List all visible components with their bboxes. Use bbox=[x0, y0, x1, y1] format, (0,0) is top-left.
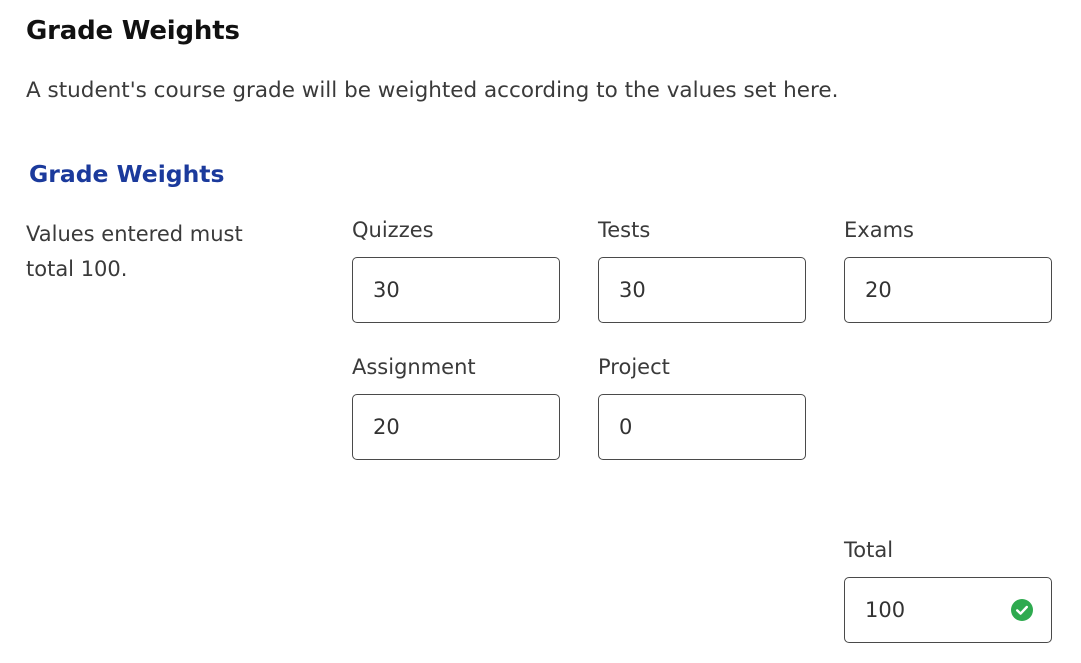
exams-label: Exams bbox=[844, 218, 914, 242]
quizzes-field: Quizzes bbox=[352, 216, 564, 323]
project-box bbox=[598, 394, 806, 460]
project-input[interactable] bbox=[599, 395, 805, 459]
assignment-box bbox=[352, 394, 560, 460]
page-title: Grade Weights bbox=[26, 16, 240, 46]
tests-box bbox=[598, 257, 806, 323]
assignment-label: Assignment bbox=[352, 355, 476, 379]
quizzes-label: Quizzes bbox=[352, 218, 434, 242]
tests-field: Tests bbox=[598, 216, 810, 323]
section-hint: Values entered must total 100. bbox=[26, 222, 243, 281]
page-description: A student's course grade will be weighte… bbox=[26, 78, 839, 103]
exams-field: Exams bbox=[844, 216, 1056, 323]
quizzes-box bbox=[352, 257, 560, 323]
tests-label: Tests bbox=[598, 218, 651, 242]
exams-input[interactable] bbox=[845, 258, 1051, 322]
exams-box bbox=[844, 257, 1052, 323]
section-title: Grade Weights bbox=[29, 160, 225, 188]
total-box bbox=[844, 577, 1052, 643]
quizzes-input[interactable] bbox=[353, 258, 559, 322]
assignment-input[interactable] bbox=[353, 395, 559, 459]
check-circle-icon bbox=[1011, 599, 1033, 621]
tests-input[interactable] bbox=[599, 258, 805, 322]
total-field: Total bbox=[844, 536, 1056, 643]
project-label: Project bbox=[598, 355, 670, 379]
assignment-field: Assignment bbox=[352, 353, 564, 460]
grade-weights-page: Grade Weights A student's course grade w… bbox=[0, 0, 1081, 663]
project-field: Project bbox=[598, 353, 810, 460]
total-label: Total bbox=[844, 538, 894, 562]
